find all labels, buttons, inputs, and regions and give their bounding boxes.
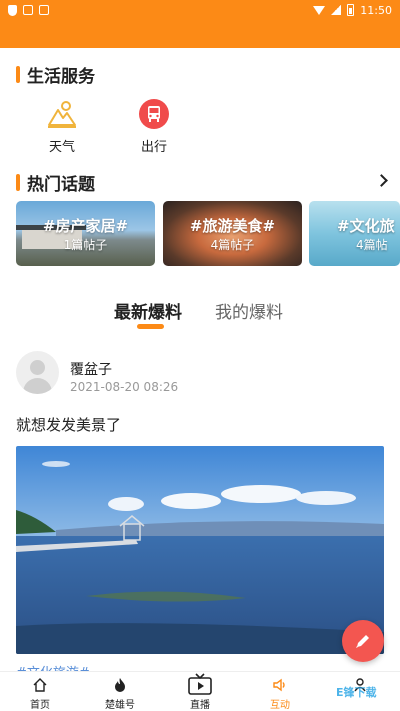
nav-interact[interactable]: 互动 (250, 672, 310, 711)
bus-icon (138, 98, 170, 130)
watermark: E锋下载 (336, 686, 377, 699)
topic-count: 4篇帖子 (210, 238, 255, 252)
status-bar: 11:50 (0, 0, 400, 20)
avatar[interactable] (16, 351, 59, 394)
nav-chuxiong-label: 楚雄号 (105, 700, 135, 711)
app-notification-icon (39, 5, 49, 15)
pencil-icon (356, 635, 369, 648)
life-services-title-text: 生活服务 (27, 67, 95, 87)
nav-home[interactable]: 首页 (10, 672, 70, 711)
topic-count: 4篇帖 (356, 238, 388, 252)
nav-home-label: 首页 (30, 700, 50, 711)
nav-live-label: 直播 (190, 700, 210, 711)
topic-card-travel-food[interactable]: #旅游美食# 4篇帖子 (163, 201, 302, 266)
post-image[interactable] (16, 446, 384, 654)
life-services-title: 生活服务 (16, 62, 95, 87)
post-content: 就想发发美景了 (16, 416, 122, 434)
nav-interact-label: 互动 (270, 700, 290, 711)
weather-mountain-icon (46, 98, 78, 130)
service-travel-label: 出行 (140, 140, 167, 155)
hot-topics-title-text: 热门话题 (27, 175, 95, 195)
hot-topics-carousel[interactable]: #房产家居# 1篇帖子 #旅游美食# 4篇帖子 #文化旅 4篇帖 (16, 201, 400, 266)
title-accent-bar (16, 174, 20, 191)
tv-play-icon (170, 673, 230, 695)
hot-topics-title: 热门话题 (16, 170, 95, 195)
post-author[interactable]: 覆盆子 (70, 359, 112, 379)
compose-button[interactable] (342, 620, 384, 662)
topic-title: #旅游美食# (189, 217, 276, 235)
post-time: 2021-08-20 08:26 (70, 380, 179, 394)
topic-card-real-estate[interactable]: #房产家居# 1篇帖子 (16, 201, 155, 266)
battery-icon (347, 4, 355, 16)
service-travel[interactable]: 出行 (124, 98, 184, 155)
status-time: 11:50 (360, 3, 392, 17)
topic-card-culture[interactable]: #文化旅 4篇帖 (309, 201, 400, 266)
title-accent-bar (16, 66, 20, 83)
app-header (0, 20, 400, 48)
home-icon (10, 676, 70, 694)
flame-icon (90, 676, 150, 694)
wifi-icon (313, 5, 326, 15)
speaker-icon (250, 676, 310, 694)
topic-title: #房产家居# (42, 217, 129, 235)
tab-indicator (137, 324, 164, 329)
nav-live[interactable]: 直播 (170, 672, 230, 711)
tab-latest[interactable]: 最新爆料 (114, 298, 182, 323)
service-weather[interactable]: 天气 (32, 98, 92, 155)
chevron-right-icon[interactable] (375, 174, 388, 187)
shield-icon (8, 4, 17, 16)
signal-icon (331, 5, 342, 15)
topic-count: 1篇帖子 (63, 238, 108, 252)
image-icon (23, 5, 33, 15)
service-weather-label: 天气 (48, 140, 75, 155)
nav-chuxiong[interactable]: 楚雄号 (90, 672, 150, 711)
tab-mine[interactable]: 我的爆料 (215, 298, 283, 323)
topic-title: #文化旅 (337, 217, 395, 235)
